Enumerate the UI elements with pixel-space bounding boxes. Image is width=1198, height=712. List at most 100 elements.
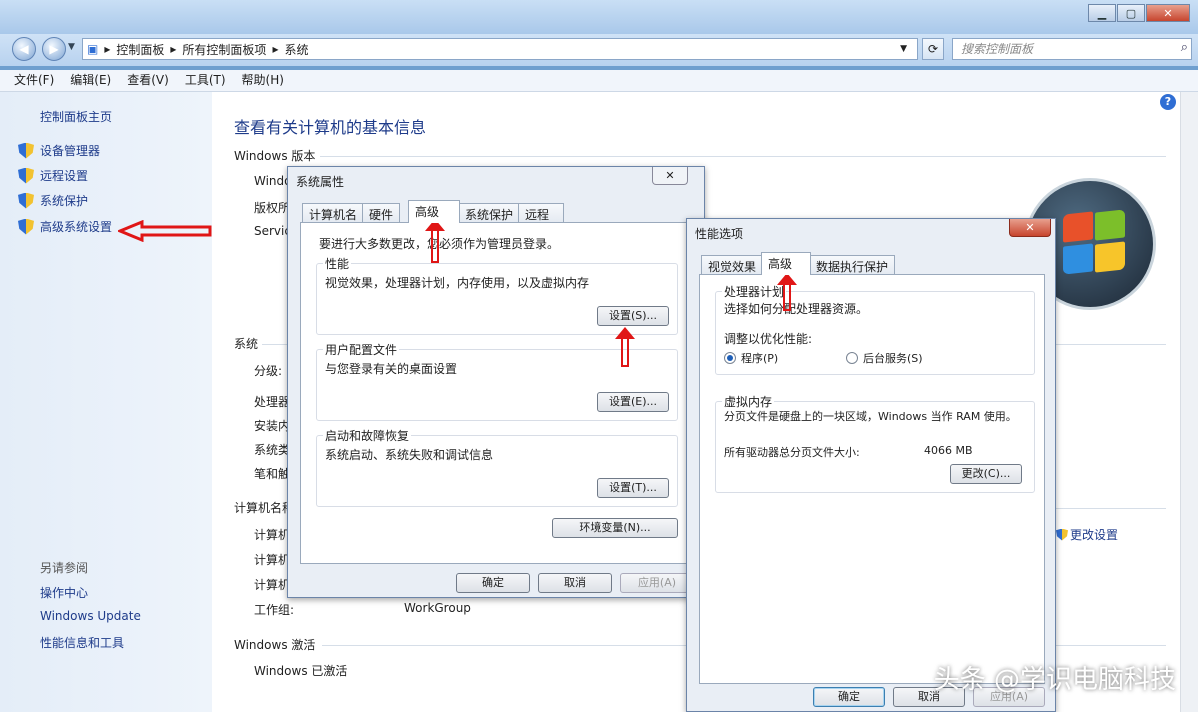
ok-button[interactable]: 确定 [813,687,885,707]
sidebar-item-label: 远程设置 [40,169,89,183]
close-icon[interactable]: ✕ [652,167,688,185]
close-icon[interactable]: ✕ [1146,4,1190,22]
radio-label: 程序(P) [741,352,779,365]
red-arrow-annotation [777,273,797,311]
search-icon[interactable]: ⌕ [1181,40,1188,55]
group-description: 系统启动、系统失败和调试信息 [325,448,494,462]
label-ram: 安装内 [254,419,291,433]
link-performance-tools[interactable]: 性能信息和工具 [40,634,124,651]
red-arrow-annotation [425,219,445,263]
change-pagefile-button[interactable]: 更改(C)... [950,464,1022,484]
sidebar-item-label: 设备管理器 [40,144,101,158]
shield-icon [18,192,34,209]
group-label: 启动和故障恢复 [323,427,412,444]
pagefile-total-label: 所有驱动器总分页文件大小: [724,446,860,459]
sidebar-item-remote[interactable]: 远程设置 [18,167,88,184]
shield-icon [1056,528,1068,541]
apply-button[interactable]: 应用(A) [620,573,694,593]
red-arrow-annotation [118,220,212,242]
section-activation: Windows 激活 [234,638,316,652]
menu-edit[interactable]: 编辑(E) [70,70,111,91]
label-rating: 分级: [254,364,283,378]
section-computer-name: 计算机名称 [234,501,295,515]
page-title: 查看有关计算机的基本信息 [234,118,427,137]
value-workgroup: WorkGroup [404,601,471,615]
refresh-icon: ⟳ [927,42,939,56]
menu-view[interactable]: 查看(V) [127,70,169,91]
close-icon[interactable]: ✕ [1009,219,1051,237]
shield-icon [18,167,34,184]
menu-tools[interactable]: 工具(T) [185,70,226,91]
title-bar: ▁ ▢ ✕ [0,0,1198,34]
environment-variables-button[interactable]: 环境变量(N)... [552,518,678,538]
breadcrumb-separator-icon: ▸ [104,42,111,56]
performance-settings-button[interactable]: 设置(S)... [597,306,669,326]
tab-system-protection[interactable]: 系统保护 [458,203,521,223]
tab-visual-effects[interactable]: 视觉效果 [701,255,764,275]
history-dropdown-icon[interactable]: ▼ [68,42,75,52]
section-edition: Windows 版本 [234,149,316,163]
group-description: 视觉效果，处理器计划，内存使用，以及虚拟内存 [325,276,590,290]
group-description: 分页文件是硬盘上的一块区域，Windows 当作 RAM 使用。 [724,410,1017,423]
shield-icon [18,218,34,235]
cancel-button[interactable]: 取消 [538,573,612,593]
performance-options-dialog: 性能选项 ✕ 视觉效果 高级 数据执行保护 处理器计划 选择如何分配处理器资源。… [686,218,1056,712]
sidebar: 控制面板主页 设备管理器 远程设置 系统保护 高级系统设置 另请参阅 操作中心 … [0,92,212,712]
performance-group: 性能 视觉效果，处理器计划，内存使用，以及虚拟内存 设置(S)... [316,255,678,335]
group-label: 虚拟内存 [722,393,775,410]
tab-advanced[interactable]: 高级 [408,200,460,223]
group-description: 与您登录有关的桌面设置 [325,362,458,376]
radio-unselected-icon [846,352,858,364]
label-edition: Windo [254,174,292,188]
address-dropdown-icon[interactable]: ▼ [900,44,907,54]
shield-icon [18,142,34,159]
label-system-type: 系统类 [254,443,291,457]
ok-button[interactable]: 确定 [456,573,530,593]
menu-help[interactable]: 帮助(H) [242,70,284,91]
change-settings-label: 更改设置 [1070,528,1119,542]
label-full-name: 计算机 [254,553,291,567]
tab-remote[interactable]: 远程 [518,203,564,223]
change-settings-link[interactable]: 更改设置 [1056,526,1118,543]
arrow-left-icon: ◀ [19,42,29,56]
maximize-icon[interactable]: ▢ [1117,4,1145,22]
adjust-label: 调整以优化性能: [724,332,813,346]
window-controls: ▁ ▢ ✕ [1087,4,1190,22]
sidebar-item-device-manager[interactable]: 设备管理器 [18,142,100,159]
tab-dep[interactable]: 数据执行保护 [809,255,896,275]
search-input[interactable]: 搜索控制面板 [952,38,1192,60]
radio-background-services[interactable]: 后台服务(S) [846,350,923,366]
label-copyright: 版权所 [254,201,291,215]
help-icon[interactable]: ? [1160,94,1176,110]
sidebar-home-link[interactable]: 控制面板主页 [40,108,112,125]
vertical-scrollbar[interactable] [1180,92,1198,712]
startup-settings-button[interactable]: 设置(T)... [597,478,669,498]
processor-scheduling-group: 处理器计划 选择如何分配处理器资源。 调整以优化性能: 程序(P) 后台服务(S… [715,283,1035,375]
link-action-center[interactable]: 操作中心 [40,584,88,601]
radio-programs[interactable]: 程序(P) [724,350,778,366]
minimize-icon[interactable]: ▁ [1088,4,1116,22]
menu-file[interactable]: 文件(F) [14,70,54,91]
sidebar-item-protection[interactable]: 系统保护 [18,192,88,209]
profile-settings-button[interactable]: 设置(E)... [597,392,669,412]
radio-selected-icon [724,352,736,364]
see-also-heading: 另请参阅 [40,561,89,575]
tab-advanced[interactable]: 高级 [761,252,811,275]
breadcrumb-item[interactable]: 控制面板 [116,41,164,58]
pagefile-total-value: 4066 MB [924,444,973,457]
sidebar-item-label: 高级系统设置 [40,220,113,234]
sidebar-item-advanced[interactable]: 高级系统设置 [18,218,112,235]
back-button[interactable]: ◀ [12,37,36,61]
link-windows-update[interactable]: Windows Update [40,609,141,623]
breadcrumb-item[interactable]: 所有控制面板项 [182,41,266,58]
refresh-button[interactable]: ⟳ [922,38,944,60]
system-properties-dialog: 系统属性 ✕ 计算机名 硬件 高级 系统保护 远程 要进行大多数更改，您必须作为… [287,166,705,598]
tab-hardware[interactable]: 硬件 [362,203,401,223]
breadcrumb-item[interactable]: 系统 [284,41,308,58]
tab-computer-name[interactable]: 计算机名 [302,203,365,223]
forward-button[interactable]: ▶ [42,37,66,61]
tab-panel: 要进行大多数更改，您必须作为管理员登录。 性能 视觉效果，处理器计划，内存使用，… [300,222,692,564]
section-system: 系统 [234,337,259,351]
red-arrow-annotation [615,327,635,367]
address-bar[interactable]: ▣ ▸ 控制面板 ▸ 所有控制面板项 ▸ 系统 ▼ [82,38,918,60]
